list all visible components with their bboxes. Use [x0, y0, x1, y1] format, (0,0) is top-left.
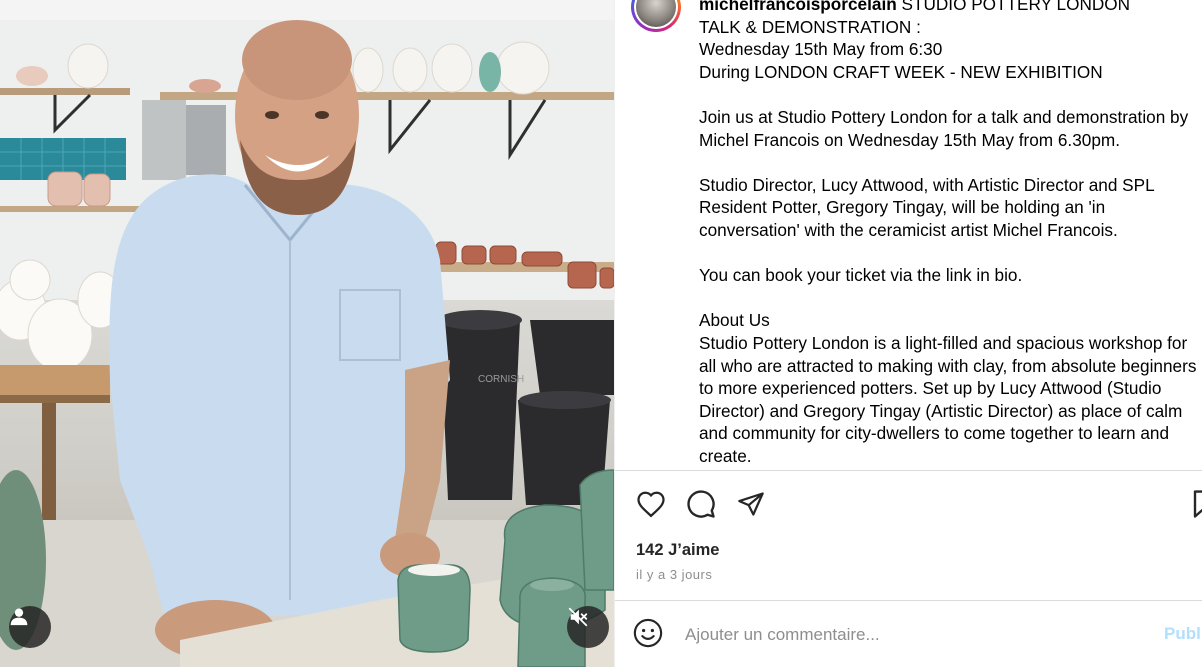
caption-text: STUDIO POTTERY LONDON TALK & DEMONSTRATI…: [699, 0, 1197, 466]
bin-label: CORNISH: [478, 374, 524, 385]
publish-button[interactable]: Publier: [1164, 624, 1202, 644]
likes-count[interactable]: 142 J’aime: [636, 541, 719, 560]
emoji-picker-button[interactable]: [633, 618, 667, 652]
post-timestamp[interactable]: il y a 3 jours: [636, 567, 712, 582]
avatar-image: [636, 0, 676, 27]
avatar[interactable]: [631, 0, 681, 32]
save-button[interactable]: [1188, 487, 1202, 521]
heart-icon: [637, 491, 665, 518]
post-caption: michelfrancoisporcelain STUDIO POTTERY L…: [699, 0, 1202, 467]
caption-username-link[interactable]: michelfrancoisporcelain: [699, 0, 897, 14]
comment-button[interactable]: [684, 487, 718, 521]
comment-input[interactable]: [685, 621, 1145, 649]
bookmark-icon: [1193, 490, 1202, 518]
share-button[interactable]: [734, 487, 768, 521]
studio-photo: CORNISH: [0, 0, 614, 667]
paper-plane-icon: [738, 492, 764, 516]
like-button[interactable]: [634, 487, 668, 521]
post-media[interactable]: CORNISH: [0, 0, 614, 667]
comment-bubble-icon: [687, 490, 715, 518]
mute-toggle-button[interactable]: [567, 606, 609, 648]
muted-speaker-icon: [568, 607, 588, 627]
smiley-icon: [633, 618, 663, 648]
person-icon: [10, 608, 28, 626]
post-actions: 142 J’aime il y a 3 jours: [615, 470, 1202, 600]
caption-scroll-area[interactable]: michelfrancoisporcelain STUDIO POTTERY L…: [615, 0, 1202, 470]
comment-form: Publier: [615, 601, 1202, 667]
post-details-panel: michelfrancoisporcelain STUDIO POTTERY L…: [614, 0, 1202, 667]
tagged-people-button[interactable]: [9, 606, 51, 648]
